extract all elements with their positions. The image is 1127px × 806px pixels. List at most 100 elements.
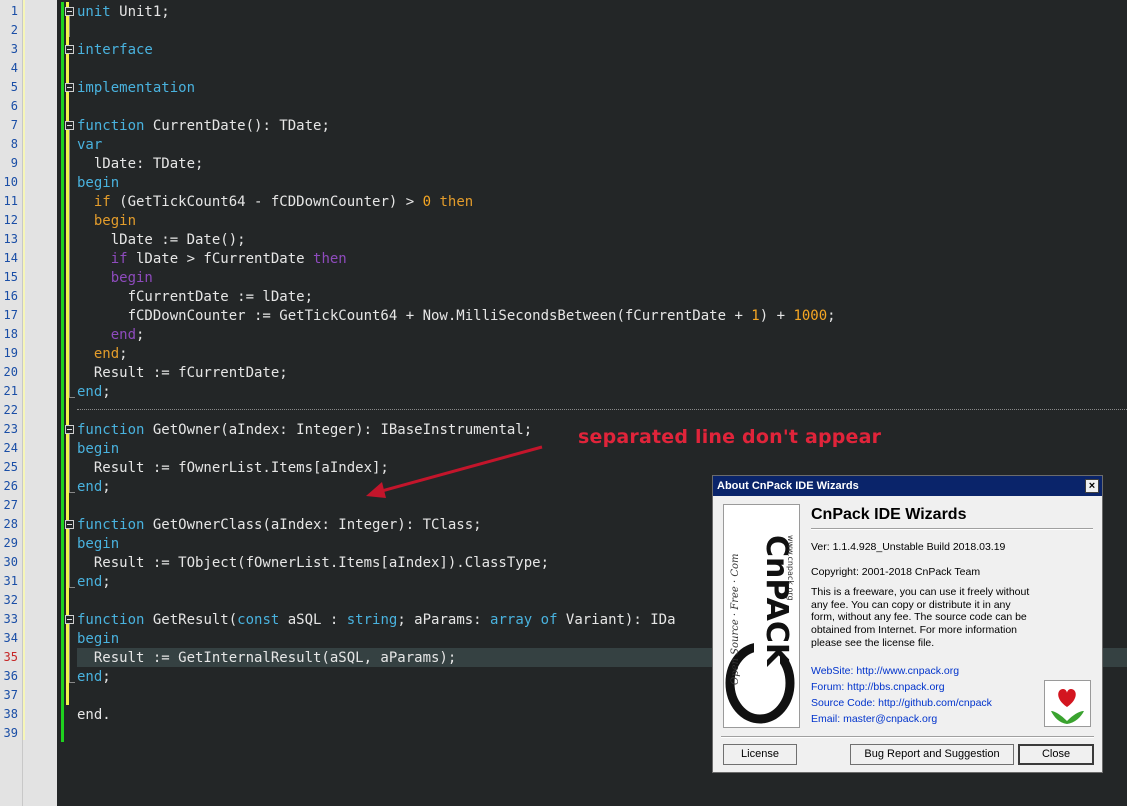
line-number: 27 [3, 498, 18, 512]
code-line-21: end; [77, 384, 111, 400]
code-line-36: end; [77, 669, 111, 685]
fold-toggle-icon[interactable] [65, 121, 74, 130]
bug-report-button[interactable]: Bug Report and Suggestion [850, 744, 1014, 765]
code-line-1: unit Unit1; [77, 4, 170, 20]
code-line-38: end. [77, 707, 111, 723]
fold-toggle-icon[interactable] [65, 425, 74, 434]
code-line-10: begin [77, 175, 120, 191]
code-line-5: implementation [77, 80, 196, 96]
code-line-9: lDate: TDate; [77, 156, 204, 172]
fold-end [69, 492, 75, 493]
forum-link[interactable]: Forum: http://bbs.cnpack.org [811, 681, 945, 693]
code-line-24: begin [77, 441, 120, 457]
dialog-title[interactable]: About CnPack IDE Wizards [713, 476, 1102, 496]
line-number: 2 [10, 23, 18, 37]
license-button[interactable]: License [723, 744, 797, 765]
line-number: 39 [3, 726, 18, 740]
line-number: 15 [3, 270, 18, 284]
email-link[interactable]: Email: master@cnpack.org [811, 713, 937, 725]
code-line-7: function CurrentDate(): TDate; [77, 118, 330, 134]
line-number: 3 [10, 42, 18, 56]
close-icon[interactable]: × [1085, 479, 1099, 493]
code-line-8: var [77, 137, 103, 153]
code-line-16: fCurrentDate := lDate; [77, 289, 314, 305]
fold-end [69, 682, 75, 683]
line-number: 20 [3, 365, 18, 379]
annotation-text: separated line don't appear [578, 426, 882, 448]
line-number: 31 [3, 574, 18, 588]
code-line-25: Result := fOwnerList.Items[aIndex]; [77, 460, 389, 476]
line-number: 28 [3, 517, 18, 531]
code-line-30: Result := TObject(fOwnerList.Items[aInde… [77, 555, 550, 571]
line-number: 34 [3, 631, 18, 645]
cnpack-logo: CnPACK Open Source · Free · Com www.cnpa… [723, 504, 800, 728]
line-number: 26 [3, 479, 18, 493]
line-number: 12 [3, 213, 18, 227]
code-line-12: begin [93, 213, 137, 229]
line-number: 29 [3, 536, 18, 550]
fold-toggle-icon[interactable] [65, 83, 74, 92]
code-line-18: end; [110, 327, 145, 343]
line-number: 1 [10, 4, 18, 18]
fold-end [69, 587, 75, 588]
line-number: 14 [3, 251, 18, 265]
line-number: 32 [3, 593, 18, 607]
line-number: 16 [3, 289, 18, 303]
fold-guide [69, 434, 70, 493]
code-line-3: interface [77, 42, 153, 58]
line-number: 7 [10, 118, 18, 132]
line-number: 4 [10, 61, 18, 75]
line-number: 8 [10, 137, 18, 151]
line-number: 30 [3, 555, 18, 569]
close-button[interactable]: Close [1018, 744, 1094, 765]
gutter-separator [22, 0, 23, 806]
code-line-23: function GetOwner(aIndex: Integer): IBas… [77, 422, 533, 438]
line-number: 11 [3, 194, 18, 208]
code-line-19: end; [93, 346, 128, 362]
code-line-20: Result := fCurrentDate; [77, 365, 288, 381]
code-line-14: if lDate > fCurrentDate then [110, 251, 347, 267]
logo-url-text: www.cnpack.org [786, 535, 795, 601]
fold-guide [69, 130, 70, 398]
line-number: 25 [3, 460, 18, 474]
fold-toggle-icon[interactable] [65, 615, 74, 624]
line-number: 33 [3, 612, 18, 626]
logo-side-text: Open Source · Free · Com [730, 553, 741, 685]
code-line-15: begin [110, 270, 153, 286]
line-number: 19 [3, 346, 18, 360]
line-number: 38 [3, 707, 18, 721]
website-link[interactable]: WebSite: http://www.cnpack.org [811, 665, 959, 677]
fold-guide [69, 624, 70, 683]
fold-end [69, 397, 75, 398]
line-number: 37 [3, 688, 18, 702]
code-line-13: lDate := Date(); [77, 232, 246, 248]
code-line-11: if (GetTickCount64 - fCDDownCounter) > 0… [93, 194, 474, 210]
line-number: 10 [3, 175, 18, 189]
fold-toggle-icon[interactable] [65, 45, 74, 54]
dotted-separator-line [77, 409, 1127, 410]
line-number: 5 [10, 80, 18, 94]
line-number: 35 [3, 650, 18, 664]
saved-change-bar [61, 2, 64, 742]
line-number: 17 [3, 308, 18, 322]
button-divider [721, 736, 1094, 738]
code-line-26: end; [77, 479, 111, 495]
line-number: 18 [3, 327, 18, 341]
fold-guide [69, 16, 70, 37]
annotation-arrow-icon [366, 445, 543, 498]
line-number: 21 [3, 384, 18, 398]
line-number: 22 [3, 403, 18, 417]
version-text: Ver: 1.1.4.928_Unstable Build 2018.03.19 [811, 541, 1006, 553]
fold-toggle-icon[interactable] [65, 520, 74, 529]
line-number-gutter: 1 2 3 4 5 6 7 8 9 10 11 12 13 14 15 16 17 18 19 20 21 22 23 24 2… [0, 0, 57, 806]
code-line-35: Result := GetInternalResult(aSQL, aParam… [77, 650, 457, 666]
fold-toggle-icon[interactable] [65, 7, 74, 16]
line-number: 9 [10, 156, 18, 170]
line-number: 24 [3, 441, 18, 455]
source-code-link[interactable]: Source Code: http://github.com/cnpack [811, 697, 992, 709]
description-text: This is a freeware, you can use it freel… [811, 586, 1030, 649]
fold-guide [69, 529, 70, 588]
code-line-28: function GetOwnerClass(aIndex: Integer):… [77, 517, 482, 533]
line-number: 36 [3, 669, 18, 683]
line-number: 13 [3, 232, 18, 246]
